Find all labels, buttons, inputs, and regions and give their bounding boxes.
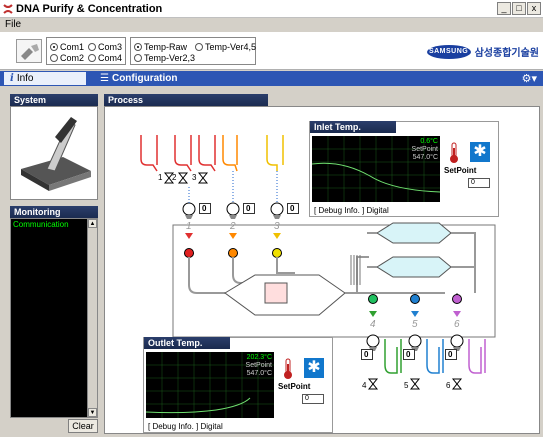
channel-number: 3 [274,221,280,232]
outlet-temp-value: 202.3°C [246,354,272,361]
thermometer-icon [450,142,458,163]
valve-label: 4 [362,381,367,390]
radio-label: Temp-Ver4,5 [205,42,257,52]
radio-dot [50,43,58,51]
scroll-down-arrow[interactable]: ▼ [88,408,97,417]
process-diagram: 1 2 3 0 0 0 1 2 3 4 5 6 0 0 0 4 5 6 Inle… [104,106,540,434]
thermometer-icon [284,358,292,379]
tab-bar: i Info ☰ Configuration ⚙▾ [0,71,543,86]
radio-temp-raw[interactable]: Temp-Raw [134,42,187,52]
valve-label: 6 [446,381,451,390]
radio-label: Com4 [98,53,123,63]
debug-info-link[interactable]: [ Debug Info. ] [148,422,198,431]
inlet-temp-title: Inlet Temp. [310,121,396,133]
debug-mode: Digital [200,422,223,431]
radio-label: Temp-Ver2,3 [144,53,196,63]
radio-com3[interactable]: Com3 [88,42,122,52]
menu-bar: File [0,18,543,32]
inlet-debug-info[interactable]: [ Debug Info. ] Digital [314,206,389,215]
radio-dot [134,54,142,62]
outlet-setpoint-value: 547.0°C [246,370,272,377]
log-line: Communication [13,220,69,229]
connect-icon[interactable] [16,39,42,63]
inlet-setpoint-label: SetPoint [411,146,438,153]
radio-com4[interactable]: Com4 [88,53,122,63]
outlet-setpoint-input[interactable]: 0 [302,394,324,404]
channel-number: 6 [454,319,460,330]
cooling-icon[interactable]: ✱ [304,358,324,378]
radio-label: Temp-Raw [144,42,188,52]
inlet-temp-graph: 0.6°C SetPoint 547.0°C [312,136,440,202]
toolbar: Com1 Com3 Com2 Com4 Temp-Raw Temp-Ver4,5… [0,32,543,70]
radio-label: Com2 [60,53,85,63]
radio-dot [88,43,96,51]
tab-info-label: Info [16,73,34,84]
clear-button[interactable]: Clear [68,419,98,433]
maximize-button[interactable]: □ [512,2,526,15]
pump-rate-field[interactable]: 0 [199,203,211,214]
gear-icon[interactable]: ⚙▾ [522,72,537,85]
debug-info-link[interactable]: [ Debug Info. ] [314,206,364,215]
pump-rate-field[interactable]: 0 [243,203,255,214]
radio-label: Com3 [98,42,123,52]
radio-com2[interactable]: Com2 [50,53,84,63]
tab-configuration-label: Configuration [111,73,178,84]
outlet-setpoint-label: SetPoint [245,362,272,369]
port-select-group: Com1 Com3 Com2 Com4 [46,37,126,65]
pump-rate-field[interactable]: 0 [361,349,373,360]
tab-info[interactable]: i Info [4,72,86,85]
temp-mode-group: Temp-Raw Temp-Ver4,5 Temp-Ver2,3 [130,37,256,65]
radio-label: Com1 [60,42,85,52]
radio-dot [134,43,142,51]
radio-dot [50,54,58,62]
device-icon [21,117,91,191]
outlet-temp-title: Outlet Temp. [144,337,230,349]
monitoring-log: Communication ▲ ▼ [10,218,98,418]
valve-label: 3 [192,173,197,182]
valve-label: 1 [158,173,163,182]
outlet-temp-graph: 202.3°C SetPoint 547.0°C [146,352,274,418]
channel-number: 2 [230,221,236,232]
menu-file[interactable]: File [5,19,21,30]
valve-label: 2 [172,173,177,182]
outlet-setpoint-button-label: SetPoint [278,382,311,391]
window-title: DNA Purify & Concentration [16,3,163,15]
radio-temp-ver23[interactable]: Temp-Ver2,3 [134,53,195,63]
channel-number: 4 [370,319,376,330]
app-icon [3,4,13,14]
channel-number: 5 [412,319,418,330]
scroll-up-arrow[interactable]: ▲ [88,219,97,228]
radio-com1[interactable]: Com1 [50,42,84,52]
close-button[interactable]: x [527,2,541,15]
pump-rate-field[interactable]: 0 [445,349,457,360]
tab-configuration[interactable]: ☰ Configuration [100,72,178,85]
logo-mark: SAMSUNG [426,44,471,59]
company-logo: SAMSUNG 삼성종합기술원 [426,44,539,59]
inlet-temp-readout: 0.6°C SetPoint 547.0°C [412,138,438,162]
title-bar: DNA Purify & Concentration _ □ x [0,0,543,18]
outlet-debug-info[interactable]: [ Debug Info. ] Digital [148,422,223,431]
monitoring-scrollbar[interactable]: ▲ ▼ [87,219,97,417]
inlet-temp-value: 0.6°C [420,138,438,145]
inlet-temp-panel: Inlet Temp. 0.6°C SetPoint 547.0°C ✱ Set… [309,121,499,217]
pump-rate-field[interactable]: 0 [287,203,299,214]
radio-dot [195,43,203,51]
minimize-button[interactable]: _ [497,2,511,15]
outlet-temp-panel: Outlet Temp. 202.3°C SetPoint 547.0°C ✱ … [143,337,333,433]
inlet-setpoint-input[interactable]: 0 [468,178,490,188]
system-panel [10,106,98,200]
channel-number: 1 [186,221,192,232]
info-icon: i [10,73,14,84]
radio-temp-ver45[interactable]: Temp-Ver4,5 [195,42,256,52]
debug-mode: Digital [366,206,389,215]
list-icon: ☰ [100,73,109,84]
logo-text: 삼성종합기술원 [474,48,539,59]
valve-label: 5 [404,381,409,390]
inlet-setpoint-value: 547.0°C [412,154,438,161]
radio-dot [88,54,96,62]
cooling-icon[interactable]: ✱ [470,142,490,162]
pump-rate-field[interactable]: 0 [403,349,415,360]
inlet-setpoint-button-label: SetPoint [444,166,477,175]
outlet-temp-readout: 202.3°C SetPoint 547.0°C [246,354,272,378]
